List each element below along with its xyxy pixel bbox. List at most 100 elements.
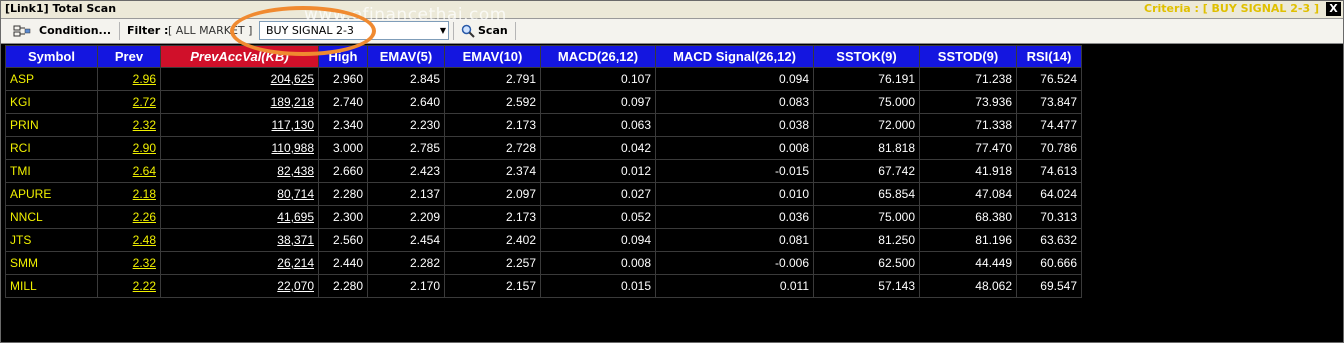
cell-macd: 0.097 — [540, 90, 656, 114]
cell-symbol[interactable]: MILL — [5, 274, 98, 298]
cell-symbol[interactable]: APURE — [5, 182, 98, 206]
cell-sstok: 62.500 — [813, 251, 920, 275]
cell-prev[interactable]: 2.18 — [97, 182, 161, 206]
cell-emav10: 2.791 — [444, 67, 541, 91]
cell-macd: 0.027 — [540, 182, 656, 206]
cell-prev[interactable]: 2.32 — [97, 251, 161, 275]
cell-macd-signal: -0.015 — [655, 159, 814, 183]
cell-emav5: 2.137 — [367, 182, 445, 206]
condition-button[interactable]: Condition... — [9, 19, 111, 43]
table-row[interactable]: ASP 2.96 204,625 2.960 2.845 2.791 0.107… — [5, 67, 1082, 91]
table-row[interactable]: RCI 2.90 110,988 3.000 2.785 2.728 0.042… — [5, 136, 1082, 160]
cell-prevaccval[interactable]: 38,371 — [160, 228, 319, 252]
cell-rsi: 70.786 — [1016, 136, 1082, 160]
table-row[interactable]: NNCL 2.26 41,695 2.300 2.209 2.173 0.052… — [5, 205, 1082, 229]
cell-sstok: 75.000 — [813, 205, 920, 229]
cell-symbol[interactable]: JTS — [5, 228, 98, 252]
column-header-high[interactable]: High — [318, 45, 368, 68]
filter-label: Filter : — [127, 24, 169, 37]
cell-high: 2.660 — [318, 159, 368, 183]
toolbar-divider — [119, 22, 120, 40]
cell-prev[interactable]: 2.72 — [97, 90, 161, 114]
table-row[interactable]: MILL 2.22 22,070 2.280 2.170 2.157 0.015… — [5, 274, 1082, 298]
signal-select-value: BUY SIGNAL 2-3 — [266, 24, 354, 37]
scan-button[interactable]: Scan — [459, 19, 513, 43]
toolbar: Condition... Filter : [ ALL MARKET ] BUY… — [1, 19, 1343, 44]
cell-rsi: 73.847 — [1016, 90, 1082, 114]
table-row[interactable]: KGI 2.72 189,218 2.740 2.640 2.592 0.097… — [5, 90, 1082, 114]
cell-high: 2.740 — [318, 90, 368, 114]
cell-symbol[interactable]: TMI — [5, 159, 98, 183]
table-row[interactable]: APURE 2.18 80,714 2.280 2.137 2.097 0.02… — [5, 182, 1082, 206]
column-header-emav5[interactable]: EMAV(5) — [367, 45, 445, 68]
cell-prevaccval[interactable]: 204,625 — [160, 67, 319, 91]
cell-sstok: 65.854 — [813, 182, 920, 206]
table-row[interactable]: PRIN 2.32 117,130 2.340 2.230 2.173 0.06… — [5, 113, 1082, 137]
cell-rsi: 64.024 — [1016, 182, 1082, 206]
cell-sstok: 57.143 — [813, 274, 920, 298]
cell-prevaccval[interactable]: 41,695 — [160, 205, 319, 229]
cell-sstok: 76.191 — [813, 67, 920, 91]
cell-prev[interactable]: 2.48 — [97, 228, 161, 252]
table-row[interactable]: SMM 2.32 26,214 2.440 2.282 2.257 0.008 … — [5, 251, 1082, 275]
cell-macd: 0.107 — [540, 67, 656, 91]
cell-emav10: 2.374 — [444, 159, 541, 183]
cell-emav5: 2.785 — [367, 136, 445, 160]
cell-high: 3.000 — [318, 136, 368, 160]
column-header-sstok[interactable]: SSTOK(9) — [813, 45, 920, 68]
cell-symbol[interactable]: RCI — [5, 136, 98, 160]
cell-prev[interactable]: 2.22 — [97, 274, 161, 298]
cell-prev[interactable]: 2.96 — [97, 67, 161, 91]
cell-prev[interactable]: 2.64 — [97, 159, 161, 183]
cell-symbol[interactable]: ASP — [5, 67, 98, 91]
cell-sstok: 75.000 — [813, 90, 920, 114]
cell-prevaccval[interactable]: 82,438 — [160, 159, 319, 183]
cell-prev[interactable]: 2.32 — [97, 113, 161, 137]
column-header-emav10[interactable]: EMAV(10) — [444, 45, 541, 68]
window-title: [Link1] Total Scan — [5, 2, 117, 15]
cell-emav5: 2.423 — [367, 159, 445, 183]
cell-prevaccval[interactable]: 26,214 — [160, 251, 319, 275]
cell-sstok: 67.742 — [813, 159, 920, 183]
cell-symbol[interactable]: KGI — [5, 90, 98, 114]
signal-select[interactable]: BUY SIGNAL 2-3 ▼ — [259, 21, 449, 40]
cell-macd-signal: 0.083 — [655, 90, 814, 114]
cell-prev[interactable]: 2.90 — [97, 136, 161, 160]
cell-macd: 0.042 — [540, 136, 656, 160]
column-header-rsi[interactable]: RSI(14) — [1016, 45, 1082, 68]
cell-high: 2.440 — [318, 251, 368, 275]
cell-symbol[interactable]: SMM — [5, 251, 98, 275]
chevron-down-icon[interactable]: ▼ — [440, 22, 446, 39]
cell-prevaccval[interactable]: 189,218 — [160, 90, 319, 114]
cell-prevaccval[interactable]: 110,988 — [160, 136, 319, 160]
table-row[interactable]: JTS 2.48 38,371 2.560 2.454 2.402 0.094 … — [5, 228, 1082, 252]
cell-rsi: 70.313 — [1016, 205, 1082, 229]
cell-prev[interactable]: 2.26 — [97, 205, 161, 229]
cell-macd: 0.015 — [540, 274, 656, 298]
cell-emav10: 2.257 — [444, 251, 541, 275]
cell-symbol[interactable]: NNCL — [5, 205, 98, 229]
column-header-macd[interactable]: MACD(26,12) — [540, 45, 656, 68]
cell-emav10: 2.728 — [444, 136, 541, 160]
cell-emav10: 2.173 — [444, 205, 541, 229]
cell-prevaccval[interactable]: 22,070 — [160, 274, 319, 298]
column-header-prev[interactable]: Prev — [97, 45, 161, 68]
cell-emav5: 2.209 — [367, 205, 445, 229]
cell-sstod: 48.062 — [919, 274, 1017, 298]
column-header-prevaccval[interactable]: PrevAccVal(KB) — [160, 45, 319, 68]
table-row[interactable]: TMI 2.64 82,438 2.660 2.423 2.374 0.012 … — [5, 159, 1082, 183]
cell-prevaccval[interactable]: 80,714 — [160, 182, 319, 206]
cell-high: 2.300 — [318, 205, 368, 229]
cell-high: 2.960 — [318, 67, 368, 91]
column-header-symbol[interactable]: Symbol — [5, 45, 98, 68]
condition-icon — [13, 25, 31, 37]
cell-sstok: 81.818 — [813, 136, 920, 160]
cell-macd: 0.052 — [540, 205, 656, 229]
column-header-macd-signal[interactable]: MACD Signal(26,12) — [655, 45, 814, 68]
cell-sstok: 81.250 — [813, 228, 920, 252]
cell-symbol[interactable]: PRIN — [5, 113, 98, 137]
close-button[interactable]: X — [1326, 2, 1341, 16]
cell-prevaccval[interactable]: 117,130 — [160, 113, 319, 137]
search-icon — [461, 24, 475, 38]
column-header-sstod[interactable]: SSTOD(9) — [919, 45, 1017, 68]
